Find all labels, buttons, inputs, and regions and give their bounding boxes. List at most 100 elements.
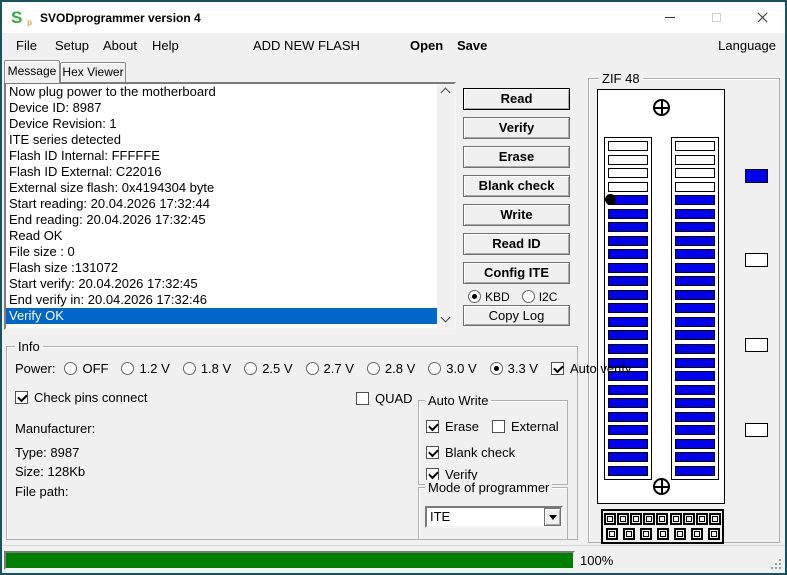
menu-add-new-flash[interactable]: ADD NEW FLASH	[253, 38, 360, 53]
i2c-radio[interactable]: I2C	[521, 289, 558, 304]
read-id-button[interactable]: Read ID	[463, 233, 570, 255]
log-line[interactable]: Start verify: 20.04.2026 17:32:45	[6, 276, 437, 292]
power-radio-28v[interactable]: 2.8 V	[366, 361, 415, 376]
power-radio-group: Power: OFF 1.2 V 1.8 V 2.5 V 2.7 V 2.8 V 3.0 V…	[15, 360, 644, 376]
blank-check-button[interactable]: Blank check	[463, 175, 570, 197]
close-button[interactable]	[739, 2, 785, 33]
autowrite-erase-checkbox[interactable]: Erase	[426, 419, 479, 434]
power-radio-label: 3.3 V	[507, 360, 538, 376]
pin-slot	[608, 249, 648, 260]
log-line[interactable]: Read OK	[6, 228, 437, 244]
log-line[interactable]: End verify in: 20.04.2026 17:32:46	[6, 292, 437, 308]
minimize-button[interactable]	[647, 2, 693, 33]
power-radio-18v[interactable]: 1.8 V	[182, 361, 231, 376]
power-radio-off[interactable]: OFF	[64, 361, 108, 376]
pin-slot	[608, 303, 648, 314]
connector-pin	[639, 528, 652, 541]
file-path-field: File path:	[15, 484, 68, 499]
pin-column-left	[604, 137, 652, 480]
info-title: Info	[15, 339, 43, 354]
resize-grip-icon[interactable]	[779, 567, 781, 569]
programmer-connector	[601, 509, 724, 544]
radio-icon	[521, 290, 535, 303]
autowrite-external-checkbox[interactable]: External	[492, 419, 559, 434]
log-line[interactable]: File size : 0	[6, 244, 437, 260]
power-radio-25v[interactable]: 2.5 V	[244, 361, 293, 376]
copy-log-button[interactable]: Copy Log	[463, 305, 570, 326]
pin-slot	[675, 438, 715, 449]
write-button[interactable]: Write	[463, 204, 570, 226]
config-ite-button[interactable]: Config ITE	[463, 262, 570, 284]
connector-pin	[605, 528, 618, 541]
pin-slot	[675, 452, 715, 463]
type-value: 8987	[50, 445, 80, 460]
log-line[interactable]: Flash ID External: C22016	[6, 164, 437, 180]
connector-pin	[656, 512, 669, 525]
window-controls	[647, 2, 785, 33]
app-window: S p SVODprogrammer version 4 File Setup …	[0, 0, 787, 575]
checkbox-icon	[492, 420, 505, 433]
log-line[interactable]: Device ID: 8987	[6, 100, 437, 116]
log-line[interactable]: End reading: 20.04.2026 17:32:45	[6, 212, 437, 228]
log-line[interactable]: Flash size :131072	[6, 260, 437, 276]
pin-slot	[675, 398, 715, 409]
log-line[interactable]: Now plug power to the motherboard	[6, 84, 437, 100]
read-button[interactable]: Read	[463, 88, 570, 110]
log-line[interactable]: External size flash: 0x4194304 byte	[6, 180, 437, 196]
power-radio-label: 2.7 V	[323, 360, 354, 376]
i2c-radio-label: I2C	[538, 289, 558, 304]
chevron-down-icon	[440, 312, 451, 323]
pin-slot	[675, 411, 715, 422]
radio-icon	[121, 361, 135, 375]
pin-slot	[608, 316, 648, 327]
autowrite-blank-check-checkbox[interactable]: Blank check	[426, 445, 515, 460]
quad-checkbox[interactable]: QUAD	[356, 391, 413, 406]
menu-language[interactable]: Language	[718, 38, 776, 53]
pin-slot	[675, 168, 715, 179]
log-line[interactable]: Flash ID Internal: FFFFFE	[6, 148, 437, 164]
mode-dropdown[interactable]: ITE	[425, 506, 563, 528]
pin-slot	[675, 289, 715, 300]
log-line[interactable]: Verify OK	[6, 308, 437, 324]
menu-setup[interactable]: Setup	[55, 38, 89, 53]
power-radio-33v[interactable]: 3.3 V	[489, 360, 538, 376]
power-radio-27v[interactable]: 2.7 V	[305, 360, 354, 376]
size-field: Size: 128Kb	[15, 464, 85, 479]
verify-button[interactable]: Verify	[463, 117, 570, 139]
checkbox-icon	[356, 392, 369, 405]
log-line[interactable]: Start reading: 20.04.2026 17:32:44	[6, 196, 437, 212]
auto-verify-label: Auto verify	[569, 360, 632, 376]
erase-button[interactable]: Erase	[463, 146, 570, 168]
pin-slot	[675, 316, 715, 327]
log-line[interactable]: ITE series detected	[6, 132, 437, 148]
power-radio-30v[interactable]: 3.0 V	[428, 361, 477, 376]
message-log[interactable]: Now plug power to the motherboard Device …	[4, 82, 456, 330]
menu-save[interactable]: Save	[457, 38, 487, 53]
connector-pin	[709, 512, 722, 525]
connector-pin	[630, 512, 643, 525]
check-pins-checkbox[interactable]: Check pins connect	[15, 390, 147, 405]
maximize-button[interactable]	[693, 2, 739, 33]
power-radio-12v[interactable]: 1.2 V	[121, 360, 170, 376]
log-line[interactable]: Device Revision: 1	[6, 116, 437, 132]
app-icon-letter: S	[11, 7, 23, 27]
pin-slot	[675, 465, 715, 476]
log-lines: Now plug power to the motherboard Device …	[6, 84, 437, 328]
tab-message[interactable]: Message	[4, 60, 60, 83]
menu-help[interactable]: Help	[152, 38, 179, 53]
menu-about[interactable]: About	[103, 38, 137, 53]
kbd-radio[interactable]: KBD	[468, 290, 510, 304]
tab-hex-viewer[interactable]: Hex Viewer	[60, 62, 126, 82]
scroll-down-button[interactable]	[437, 312, 454, 328]
menu-file[interactable]: File	[16, 38, 37, 53]
scroll-up-button[interactable]	[437, 84, 454, 100]
auto-verify-checkbox[interactable]: Auto verify	[550, 360, 632, 376]
mode-dropdown-button[interactable]	[544, 508, 561, 526]
power-radio-label: 1.2 V	[139, 360, 170, 376]
log-scrollbar[interactable]	[437, 84, 454, 328]
size-label: Size:	[15, 464, 44, 479]
connector-pin	[707, 528, 720, 541]
menu-open[interactable]: Open	[410, 38, 443, 53]
socket-screw-icon	[653, 99, 670, 116]
pin-slot	[675, 357, 715, 368]
